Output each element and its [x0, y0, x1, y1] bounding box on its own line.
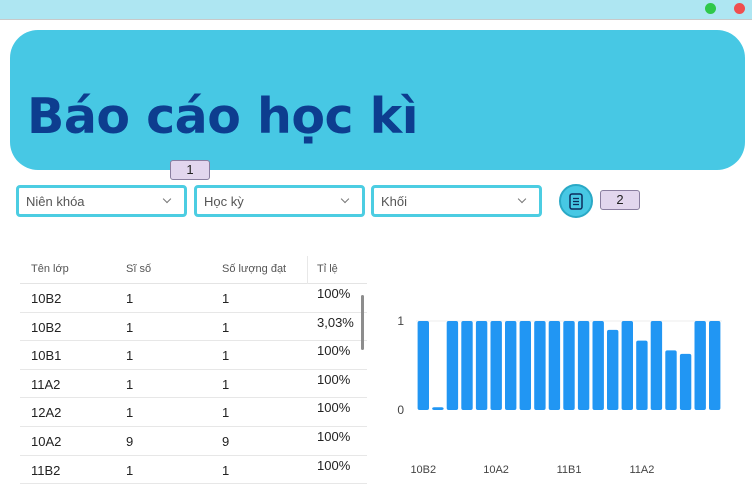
x-tick-label: 11B1: [557, 464, 582, 476]
chart-bar[interactable]: [621, 321, 633, 410]
chart-bar[interactable]: [505, 321, 517, 410]
chart-bar[interactable]: [490, 321, 502, 410]
cell-size: 1: [126, 291, 134, 306]
chart-bar[interactable]: [665, 350, 677, 410]
chart-bar[interactable]: [563, 321, 575, 410]
cell-class: 10B1: [31, 348, 62, 364]
chevron-down-icon: [340, 194, 350, 204]
cell-size: 1: [126, 319, 134, 335]
cell-rate: 100%: [317, 428, 351, 444]
chart-bar[interactable]: [592, 321, 604, 410]
chevron-down-icon: [517, 194, 527, 204]
class-report-table: Tên lớp Sĩ số Số lượng đạt Tỉ lệ 10B2 1 1 1…: [20, 256, 367, 494]
cell-size: 9: [126, 433, 134, 449]
chart-bar[interactable]: [432, 407, 444, 410]
chart-bar[interactable]: [446, 321, 459, 410]
cell-rate: 100%: [317, 286, 351, 301]
column-header-rate[interactable]: Tỉ lệ: [317, 263, 338, 275]
cell-class: 10B2: [31, 291, 62, 306]
cell-class: 10A2: [31, 433, 62, 449]
chart-bar[interactable]: [519, 321, 531, 410]
chart-bar[interactable]: [650, 321, 663, 410]
hoc-ky-dropdown[interactable]: Học kỳ: [194, 185, 365, 217]
table-row[interactable]: 11A2 1 1 100%: [20, 370, 367, 399]
chart-bar[interactable]: [577, 321, 590, 410]
chart-bar[interactable]: [461, 321, 473, 410]
chart-bar[interactable]: [679, 353, 692, 410]
x-tick-label: 11A2: [629, 464, 654, 476]
page-title: Báo cáo học kì: [27, 88, 419, 145]
chart-bar[interactable]: [636, 340, 648, 410]
cell-passed: 1: [222, 291, 230, 306]
khoi-dropdown[interactable]: Khối: [371, 185, 542, 217]
cell-class: 12A2: [31, 405, 62, 421]
cell-class: 11B2: [31, 462, 61, 478]
table-row[interactable]: 12A2 1 1 100%: [20, 398, 367, 427]
table-row[interactable]: 10B1 1 1 100%: [20, 341, 367, 370]
chart-bar[interactable]: [709, 321, 721, 410]
cell-passed: 1: [222, 462, 230, 478]
hoc-ky-label: Học kỳ: [204, 194, 244, 209]
maximize-button[interactable]: [705, 3, 716, 14]
table-scrollbar[interactable]: [361, 295, 364, 350]
column-header-class[interactable]: Tên lớp: [31, 263, 69, 275]
cell-passed: 1: [222, 376, 230, 392]
cell-rate: 100%: [317, 457, 351, 473]
column-header-passed[interactable]: Số lượng đạt: [222, 263, 286, 275]
chevron-down-icon: [162, 194, 172, 204]
column-divider: [307, 256, 308, 284]
cell-rate: 100%: [317, 400, 351, 416]
nien-khoa-label: Niên khóa: [26, 194, 85, 209]
table-row[interactable]: 10A2 9 9 100%: [20, 427, 367, 456]
khoi-label: Khối: [381, 194, 408, 209]
cell-class: 11A2: [31, 376, 61, 392]
cell-rate: 3,03%: [317, 314, 354, 330]
x-tick-label: 10B2: [410, 464, 436, 476]
y-tick-label: 0: [397, 403, 404, 417]
chart-bar[interactable]: [475, 321, 488, 410]
header-banner: Báo cáo học kì: [10, 30, 745, 170]
cell-passed: 1: [222, 405, 230, 421]
cell-size: 1: [126, 376, 134, 392]
table-row[interactable]: 11B2 1 1 100%: [20, 456, 367, 485]
cell-class: 10B2: [31, 319, 62, 335]
window-titlebar: [0, 0, 752, 20]
chart-bar[interactable]: [548, 321, 561, 410]
table-row[interactable]: 10B2 1 1 3,03%: [20, 313, 367, 342]
cell-passed: 9: [222, 433, 230, 449]
column-header-size[interactable]: Sĩ số: [126, 263, 151, 275]
cell-rate: 100%: [317, 343, 351, 359]
nien-khoa-dropdown[interactable]: Niên khóa: [16, 185, 187, 217]
chart-bar[interactable]: [534, 321, 546, 410]
table-row[interactable]: 10B2 1 1 100%: [20, 284, 367, 313]
x-tick-label: 10A2: [483, 464, 509, 476]
cell-rate: 100%: [317, 371, 351, 387]
annotation-tag-2: 2: [600, 190, 640, 210]
cell-size: 1: [126, 405, 134, 421]
table-body: 10B2 1 1 100% 10B2 1 1 3,03% 10B1 1 1 100% 11A2 1 1 100…: [20, 284, 367, 485]
chart-bar[interactable]: [607, 329, 619, 410]
close-button[interactable]: [734, 3, 745, 14]
report-button[interactable]: [559, 184, 593, 218]
cell-size: 1: [126, 462, 134, 478]
cell-passed: 1: [222, 319, 230, 335]
chart-bar[interactable]: [694, 321, 706, 410]
table-header: Tên lớp Sĩ số Số lượng đạt Tỉ lệ: [20, 256, 367, 284]
y-tick-label: 1: [397, 314, 404, 328]
annotation-tag-1: 1: [170, 160, 210, 180]
cell-passed: 1: [222, 348, 230, 364]
document-icon: [569, 193, 583, 210]
pass-rate-chart: 1 0 10B2 10A2 11B1 11A2: [380, 290, 750, 490]
chart-svg: 1 0 10B2 10A2 11B1 11A2: [397, 314, 722, 476]
cell-size: 1: [126, 348, 134, 364]
chart-bar[interactable]: [417, 321, 429, 410]
